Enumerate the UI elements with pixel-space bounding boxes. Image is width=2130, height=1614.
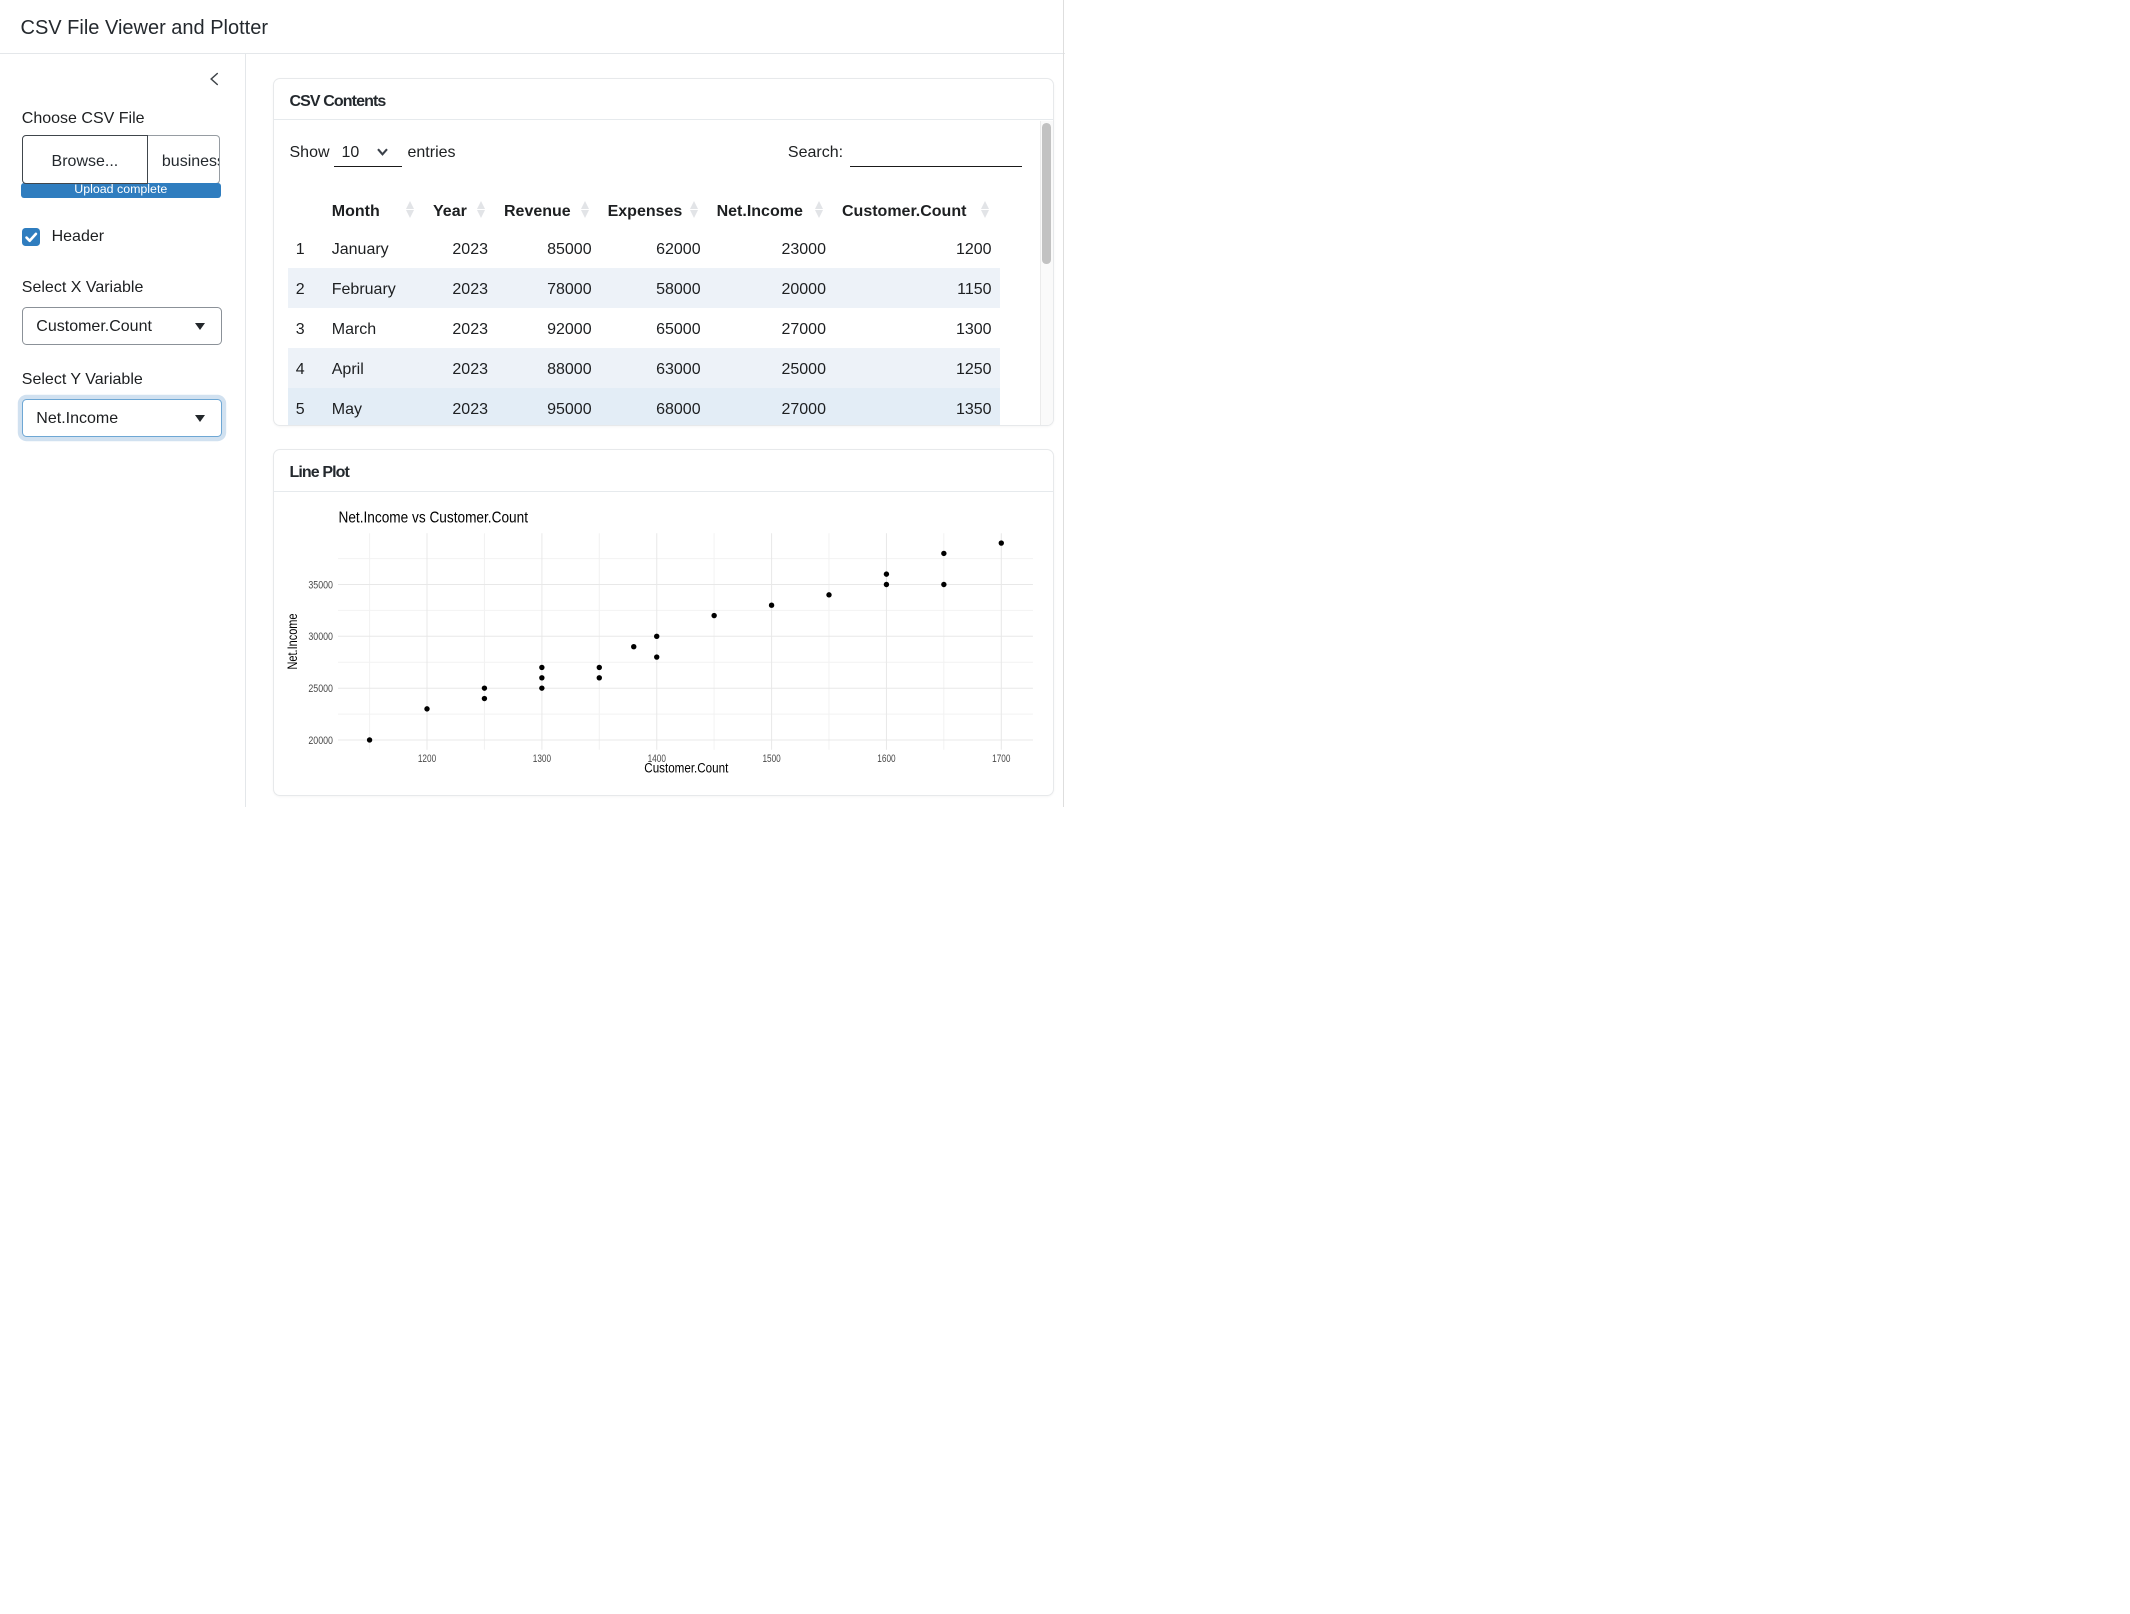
svg-text:1300: 1300 [532, 753, 550, 765]
svg-text:35000: 35000 [308, 579, 333, 591]
svg-text:Net.Income: Net.Income [285, 613, 300, 669]
svg-text:25000: 25000 [308, 683, 333, 695]
svg-text:1600: 1600 [877, 753, 895, 765]
svg-text:1200: 1200 [417, 753, 435, 765]
svg-text:Customer.Count: Customer.Count [644, 760, 728, 775]
svg-text:1500: 1500 [762, 753, 780, 765]
svg-text:1700: 1700 [992, 753, 1010, 765]
svg-text:30000: 30000 [308, 631, 333, 643]
svg-text:Net.Income vs Customer.Count: Net.Income vs Customer.Count [338, 509, 528, 526]
svg-text:20000: 20000 [308, 735, 333, 747]
